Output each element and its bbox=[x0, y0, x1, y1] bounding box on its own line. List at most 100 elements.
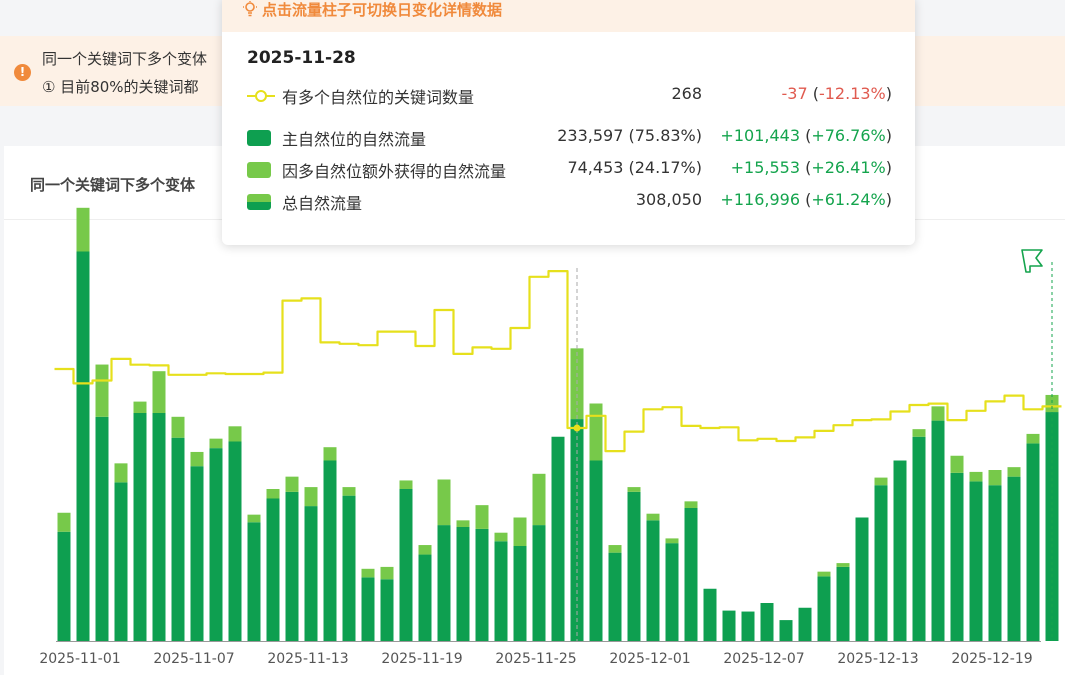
bar-extra-flow[interactable] bbox=[1007, 467, 1021, 477]
tooltip-value: 308,050 bbox=[635, 190, 702, 209]
bar-main-flow[interactable] bbox=[969, 481, 983, 641]
bar-extra-flow[interactable] bbox=[57, 512, 71, 532]
bar-main-flow[interactable] bbox=[513, 546, 527, 641]
bar-main-flow[interactable] bbox=[722, 610, 736, 641]
bar-main-flow[interactable] bbox=[760, 603, 774, 641]
bar-extra-flow[interactable] bbox=[342, 487, 356, 496]
bar-main-flow[interactable] bbox=[475, 528, 489, 641]
bar-extra-flow[interactable] bbox=[969, 471, 983, 482]
bar-main-flow[interactable] bbox=[988, 485, 1002, 641]
bar-extra-flow[interactable] bbox=[304, 487, 318, 507]
bar-extra-flow[interactable] bbox=[323, 447, 337, 461]
bar-main-flow[interactable] bbox=[893, 460, 907, 642]
bar-extra-flow[interactable] bbox=[437, 479, 451, 526]
bar-main-flow[interactable] bbox=[1007, 476, 1021, 641]
bar-main-flow[interactable] bbox=[874, 485, 888, 641]
bar-extra-flow[interactable] bbox=[95, 364, 109, 417]
bar-main-flow[interactable] bbox=[608, 552, 622, 641]
bar-main-flow[interactable] bbox=[817, 576, 831, 641]
bar-extra-flow[interactable] bbox=[114, 463, 128, 483]
bar-extra-flow[interactable] bbox=[152, 371, 166, 413]
bar-extra-flow[interactable] bbox=[1026, 433, 1040, 444]
bar-extra-flow[interactable] bbox=[228, 426, 242, 442]
bar-extra-flow[interactable] bbox=[836, 563, 850, 567]
bar-main-flow[interactable] bbox=[304, 506, 318, 641]
bar-main-flow[interactable] bbox=[228, 441, 242, 642]
bar-extra-flow[interactable] bbox=[399, 480, 413, 489]
bar-extra-flow[interactable] bbox=[931, 406, 945, 421]
bar-extra-flow[interactable] bbox=[171, 416, 185, 438]
bar-main-flow[interactable] bbox=[285, 491, 299, 641]
bar-main-flow[interactable] bbox=[494, 541, 508, 641]
bar-main-flow[interactable] bbox=[190, 466, 204, 641]
bar-main-flow[interactable] bbox=[114, 482, 128, 641]
bar-main-flow[interactable] bbox=[855, 517, 869, 642]
bar-main-flow[interactable] bbox=[798, 607, 812, 641]
bar-extra-flow[interactable] bbox=[475, 505, 489, 529]
bar-main-flow[interactable] bbox=[646, 520, 660, 641]
bar-extra-flow[interactable] bbox=[133, 401, 147, 413]
bar-extra-flow[interactable] bbox=[247, 514, 261, 523]
bar-main-flow[interactable] bbox=[209, 448, 223, 641]
bar-extra-flow[interactable] bbox=[190, 451, 204, 467]
bar-main-flow[interactable] bbox=[703, 588, 717, 641]
bar-extra-flow[interactable] bbox=[418, 545, 432, 555]
bar-extra-flow[interactable] bbox=[76, 207, 90, 252]
bar-main-flow[interactable] bbox=[665, 543, 679, 641]
bar-main-flow[interactable] bbox=[76, 251, 90, 642]
bar-main-flow[interactable] bbox=[1026, 443, 1040, 641]
bar-main-flow[interactable] bbox=[931, 420, 945, 641]
bar-main-flow[interactable] bbox=[684, 508, 698, 641]
bar-main-flow[interactable] bbox=[266, 498, 280, 642]
bar-main-flow[interactable] bbox=[950, 472, 964, 641]
bar-extra-flow[interactable] bbox=[646, 513, 660, 521]
bar-main-flow[interactable] bbox=[532, 525, 546, 641]
bar-extra-flow[interactable] bbox=[988, 470, 1002, 486]
bar-extra-flow[interactable] bbox=[266, 489, 280, 499]
bar-main-flow[interactable] bbox=[437, 525, 451, 641]
bar-extra-flow[interactable] bbox=[513, 517, 527, 547]
bar-main-flow[interactable] bbox=[152, 413, 166, 641]
bar-main-flow[interactable] bbox=[741, 611, 755, 641]
flag-icon bbox=[1021, 249, 1043, 273]
bar-main-flow[interactable] bbox=[627, 491, 641, 641]
tooltip-value: 74,453 (24.17%) bbox=[567, 158, 702, 177]
bar-extra-flow[interactable] bbox=[361, 568, 375, 578]
bar-extra-flow[interactable] bbox=[589, 403, 603, 461]
bar-extra-flow[interactable] bbox=[532, 473, 546, 526]
keyword-count-line bbox=[54, 270, 1062, 453]
bar-main-flow[interactable] bbox=[95, 416, 109, 641]
bar-main-flow[interactable] bbox=[247, 522, 261, 641]
bar-main-flow[interactable] bbox=[361, 577, 375, 641]
bar-extra-flow[interactable] bbox=[380, 566, 394, 580]
bar-main-flow[interactable] bbox=[551, 436, 565, 641]
bar-main-flow[interactable] bbox=[399, 489, 413, 641]
bar-extra-flow[interactable] bbox=[912, 429, 926, 437]
bar-main-flow[interactable] bbox=[133, 413, 147, 641]
bar-extra-flow[interactable] bbox=[494, 532, 508, 542]
tooltip-label: 因多自然位额外获得的自然流量 bbox=[282, 162, 507, 181]
bar-main-flow[interactable] bbox=[418, 554, 432, 641]
bar-extra-flow[interactable] bbox=[608, 545, 622, 553]
bar-main-flow[interactable] bbox=[779, 620, 793, 641]
bar-main-flow[interactable] bbox=[456, 527, 470, 641]
bar-main-flow[interactable] bbox=[323, 460, 337, 642]
bar-main-flow[interactable] bbox=[836, 566, 850, 641]
bar-main-flow[interactable] bbox=[171, 437, 185, 641]
bar-main-flow[interactable] bbox=[380, 579, 394, 641]
bar-extra-flow[interactable] bbox=[950, 455, 964, 473]
bar-main-flow[interactable] bbox=[589, 460, 603, 642]
bar-extra-flow[interactable] bbox=[1045, 394, 1059, 413]
bar-extra-flow[interactable] bbox=[874, 477, 888, 486]
x-tick-label: 2025-11-13 bbox=[267, 651, 348, 667]
bar-extra-flow[interactable] bbox=[627, 487, 641, 492]
bar-extra-flow[interactable] bbox=[665, 538, 679, 544]
bar-main-flow[interactable] bbox=[912, 436, 926, 641]
bar-extra-flow[interactable] bbox=[285, 476, 299, 492]
bar-main-flow[interactable] bbox=[57, 531, 71, 641]
bar-extra-flow[interactable] bbox=[209, 438, 223, 449]
bar-extra-flow[interactable] bbox=[456, 520, 470, 527]
bar-main-flow[interactable] bbox=[342, 495, 356, 641]
bar-extra-flow[interactable] bbox=[817, 571, 831, 577]
bar-extra-flow[interactable] bbox=[684, 501, 698, 508]
